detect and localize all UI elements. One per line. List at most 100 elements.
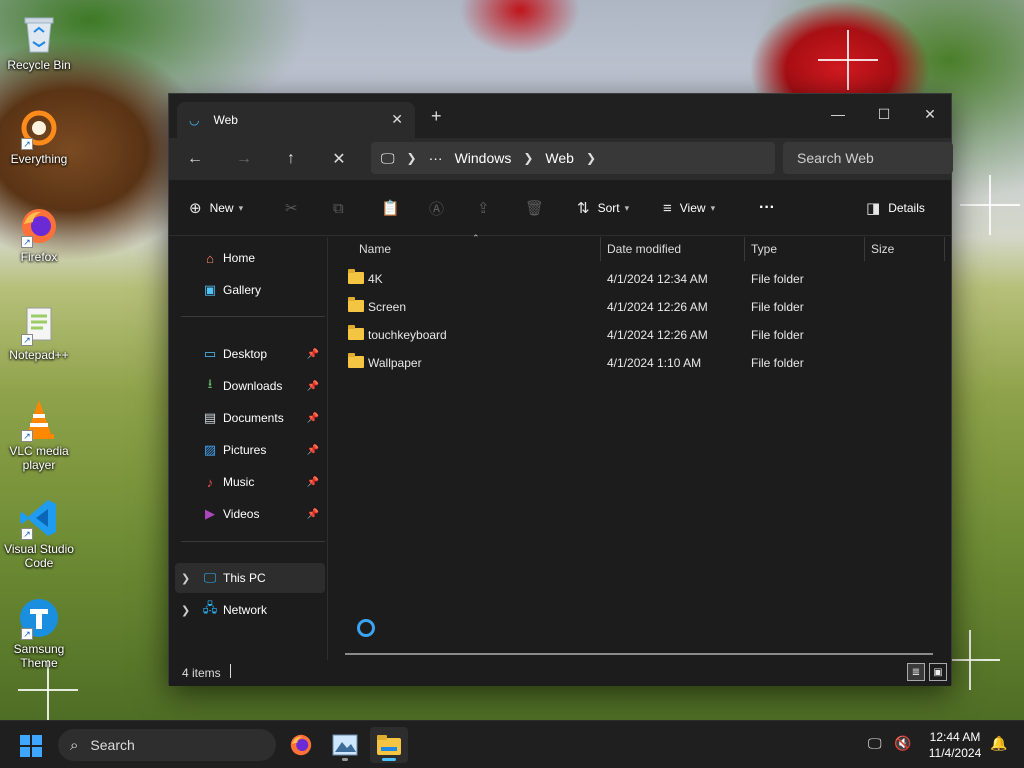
desktop-icon-firefox[interactable]: ↗ Firefox	[4, 204, 74, 264]
folder-icon	[348, 325, 364, 340]
taskbar-file-explorer[interactable]	[370, 727, 408, 763]
pin-icon[interactable]: 📌	[307, 413, 319, 424]
title-bar: ◡ Web ✕ + — ☐ ✕	[169, 94, 951, 138]
column-header-type[interactable]: Type	[745, 237, 777, 261]
new-button[interactable]: ⊕ New ▾	[189, 195, 243, 221]
file-type: File folder	[751, 300, 804, 314]
share-icon[interactable]: ⇪	[477, 195, 490, 221]
folder-icon	[348, 297, 364, 312]
details-pane-icon: ◨	[866, 200, 881, 217]
column-header-date-modified[interactable]: Date modified	[601, 237, 681, 261]
sidebar-item-gallery[interactable]: ▣ Gallery	[169, 275, 325, 305]
snowflake-decoration	[960, 175, 1020, 235]
sidebar-item-documents[interactable]: ▤ Documents 📌	[169, 403, 325, 433]
address-bar[interactable]: 🖵 ❯ ··· Windows ❯ Web ❯	[371, 142, 775, 174]
view-button[interactable]: ≡ View ▾	[663, 195, 715, 221]
taskbar: ⌕ Search 🖵 🔇 12:44 AM 11/4/2024 🔔	[0, 720, 1024, 768]
shortcut-arrow-icon: ↗	[21, 138, 33, 150]
close-tab-icon[interactable]: ✕	[391, 111, 403, 128]
desktop-icon-label: Visual Studio Code	[4, 542, 74, 570]
see-more-button[interactable]: ···	[759, 195, 775, 221]
paste-icon[interactable]: 📋	[381, 195, 400, 221]
taskbar-image-app[interactable]	[326, 727, 364, 763]
taskbar-firefox[interactable]	[282, 727, 320, 763]
sidebar-item-home[interactable]: ⌂ Home	[169, 243, 325, 273]
sort-button-label: Sort	[597, 201, 620, 215]
sidebar-item-desktop[interactable]: ▭ Desktop 📌	[169, 339, 325, 369]
up-button[interactable]: ↑	[277, 146, 305, 172]
file-row[interactable]: Screen 4/1/2024 12:26 AM File folder	[328, 293, 953, 321]
details-view-icon[interactable]: ≣	[907, 663, 925, 681]
breadcrumb-web[interactable]: Web	[545, 150, 574, 166]
chevron-right-icon[interactable]: ❯	[181, 572, 190, 585]
search-input[interactable]: Search Web	[783, 142, 953, 174]
notification-bell-icon[interactable]: 🔔	[990, 735, 1007, 752]
pin-icon[interactable]: 📌	[307, 509, 319, 520]
start-windows-icon[interactable]	[20, 735, 42, 757]
network-monitor-icon[interactable]: 🖵	[868, 735, 882, 752]
view-button-label: View	[679, 201, 706, 215]
chevron-down-icon: ▾	[710, 202, 716, 213]
desktop-icon-vscode[interactable]: ↗ Visual Studio Code	[4, 496, 74, 570]
sidebar-item-videos[interactable]: ▶ Videos 📌	[169, 499, 325, 529]
sidebar-item-downloads[interactable]: ⭳ Downloads 📌	[169, 371, 325, 401]
taskbar-search-box[interactable]: ⌕ Search	[58, 729, 276, 761]
firefox-icon	[290, 734, 312, 756]
column-header-size[interactable]: Size	[865, 237, 894, 261]
sidebar-item-label: Music	[223, 475, 255, 489]
sidebar-item-this-pc[interactable]: ❯ 🖵 This PC	[175, 563, 325, 593]
file-explorer-window: ◡ Web ✕ + — ☐ ✕ ← → ↑ ✕ 🖵 ❯ ··· Windows …	[168, 93, 953, 686]
delete-icon[interactable]: 🗑	[525, 195, 544, 221]
file-row[interactable]: 4K 4/1/2024 12:34 AM File folder	[328, 265, 953, 293]
forward-button[interactable]: →	[230, 146, 258, 172]
desktop-icon-label: Everything	[10, 152, 68, 166]
system-clock[interactable]: 12:44 AM 11/4/2024	[920, 729, 990, 761]
column-divider[interactable]	[944, 237, 945, 261]
document-icon: ▤	[203, 410, 217, 425]
desktop-icon-everything[interactable]: ↗ Everything	[4, 106, 74, 166]
sidebar-item-network[interactable]: ❯ 🖧 Network	[169, 595, 325, 625]
rename-icon[interactable]: Ⓐ	[429, 195, 444, 221]
music-note-icon: ♪	[206, 474, 214, 490]
chevron-right-icon[interactable]: ❯	[181, 604, 190, 617]
cut-icon[interactable]: ✂	[285, 195, 298, 221]
status-bar: 4 items ≣ ▣	[169, 660, 951, 686]
new-button-label: New	[209, 201, 234, 215]
pin-icon[interactable]: 📌	[307, 349, 319, 360]
pin-icon[interactable]: 📌	[307, 445, 319, 456]
search-icon: ⌕	[70, 736, 79, 754]
sidebar-item-label: This PC	[223, 571, 266, 585]
volume-muted-icon[interactable]: 🔇	[894, 735, 911, 752]
stop-loading-button[interactable]: ✕	[325, 146, 353, 172]
desktop-icon-samsung-theme[interactable]: ↗ Samsung Theme	[4, 596, 74, 670]
details-pane-button[interactable]: ◨ Details	[866, 195, 925, 221]
horizontal-scrollbar[interactable]	[345, 653, 933, 655]
sidebar-item-pictures[interactable]: ▨ Pictures 📌	[169, 435, 325, 465]
file-row[interactable]: touchkeyboard 4/1/2024 12:26 AM File fol…	[328, 321, 953, 349]
breadcrumb-overflow[interactable]: ···	[429, 150, 443, 166]
sort-button[interactable]: ⇅ Sort ▾	[577, 195, 629, 221]
column-header-name[interactable]: Name	[353, 237, 391, 261]
copy-icon[interactable]: ⧉	[333, 195, 344, 221]
pin-icon[interactable]: 📌	[307, 381, 319, 392]
sidebar-item-music[interactable]: ♪ Music 📌	[169, 467, 325, 497]
new-tab-button[interactable]: +	[431, 106, 442, 127]
file-date: 4/1/2024 12:26 AM	[607, 300, 708, 314]
tab-web[interactable]: ◡ Web ✕	[177, 102, 415, 138]
this-pc-icon: 🖵	[203, 570, 217, 585]
tiles-view-icon[interactable]: ▣	[929, 663, 947, 681]
minimize-button[interactable]: —	[815, 100, 861, 128]
firefox-icon: ↗	[17, 204, 61, 248]
close-window-button[interactable]: ✕	[907, 100, 953, 128]
breadcrumb-windows[interactable]: Windows	[455, 150, 512, 166]
desktop-icon-recycle-bin[interactable]: Recycle Bin	[4, 12, 74, 72]
desktop-icon-notepad-plus-plus[interactable]: ↗ Notepad++	[4, 302, 74, 362]
status-separator	[230, 664, 231, 678]
shortcut-arrow-icon: ↗	[21, 628, 33, 640]
back-button[interactable]: ←	[181, 146, 209, 172]
desktop-icon-vlc[interactable]: ↗ VLC media player	[4, 398, 74, 472]
maximize-button[interactable]: ☐	[861, 100, 907, 128]
this-pc-monitor-icon: 🖵	[381, 149, 395, 166]
pin-icon[interactable]: 📌	[307, 477, 319, 488]
file-row[interactable]: Wallpaper 4/1/2024 1:10 AM File folder	[328, 349, 953, 377]
